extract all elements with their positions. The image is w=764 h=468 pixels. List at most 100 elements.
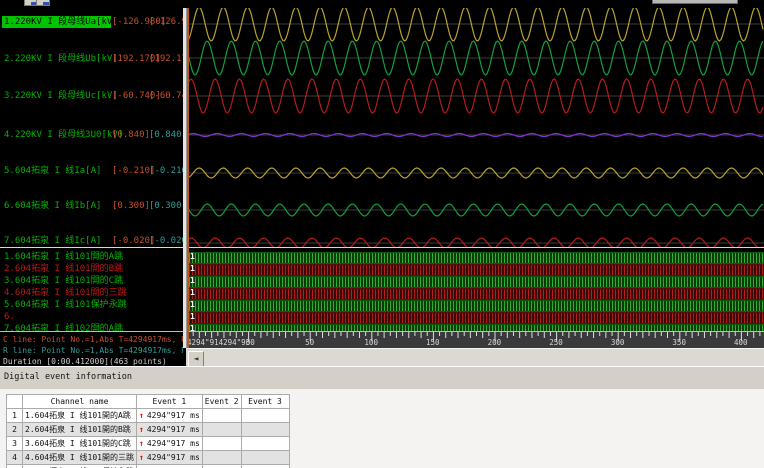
channel-value-1: [0.840]: [112, 130, 150, 140]
row-number-header: [6, 394, 23, 409]
event-table-row[interactable]: 1 1.604拓泉 I 线101開的A跳 ↑ 4294"917 ms: [6, 408, 290, 423]
analog-channel-label[interactable]: 3.220KV I 段母线Uc[kV]: [4, 90, 118, 102]
channel-label-panel: 1.220KV I 段母线Ua[kV][-126.980][-126.980]2…: [0, 8, 183, 332]
event1-cell: ↑4294"917 ms: [135, 408, 203, 423]
waveform-plot-area[interactable]: [186, 6, 764, 249]
event2-cell: [201, 464, 242, 468]
digital-trace-bar: 1: [189, 252, 764, 264]
channel-name-cell: 3.604拓泉 I 线101開的C跳: [22, 436, 137, 451]
digital-channel-label: 4.604拓泉 I 线101開的三跳: [4, 288, 127, 298]
top-scrollbar-thumb[interactable]: [652, 0, 738, 4]
table-column-header[interactable]: Channel name: [22, 394, 137, 409]
rising-edge-arrow-icon: ↑: [138, 411, 144, 420]
time-tick-label: 150: [426, 338, 440, 347]
time-tick-label: 300: [610, 338, 625, 347]
analog-channel-label[interactable]: 5.604拓泉 I 线Ia[A]: [4, 165, 101, 177]
c-line-status: C line: Point No.=1,Abs T=4294917ms, Rel…: [3, 335, 183, 344]
event-time-value: 4294"917 ms: [146, 439, 200, 448]
analog-channel-row[interactable]: 2.220KV I 段母线Ub[kV][192.170][192.170]: [0, 53, 183, 65]
digital-channel-label: 2.604拓泉 I 线101開的B跳: [4, 264, 124, 274]
channel-value-2: [0.840]: [149, 130, 183, 140]
rising-edge-arrow-icon: ↑: [138, 439, 144, 448]
analog-channel-label[interactable]: 4.220KV I 段母线3U0[kV]: [4, 129, 123, 141]
digital-channel-row[interactable]: 2.604拓泉 I 线101開的B跳: [0, 263, 183, 275]
scroll-left-button[interactable]: ◄: [188, 351, 204, 367]
analog-channel-row[interactable]: 4.220KV I 段母线3U0[kV][0.840][0.840]: [0, 129, 183, 141]
analog-channel-label[interactable]: 7.604拓泉 I 线Ic[A]: [4, 235, 101, 247]
channel-value-2: [0.300]: [149, 201, 183, 211]
event1-cell: ↑4294"917 ms: [135, 436, 203, 451]
channel-name-cell: 4.604拓泉 I 线101開的三跳: [22, 450, 137, 465]
event3-cell: [240, 464, 290, 468]
analog-channel-row[interactable]: 6.604拓泉 I 线Ib[A] [0.300][0.300]: [0, 200, 183, 212]
row-number-cell: 1: [6, 408, 23, 423]
event3-cell: [240, 450, 290, 465]
channel-name-cell: 5.604拓泉 I 线101保护永跳: [22, 464, 137, 468]
event-time-value: 4294"917 ms: [146, 453, 200, 462]
row-number-cell: 3: [6, 436, 23, 451]
cursor-time-label: 4294"914294"950: [187, 338, 255, 347]
digital-state-value: 1: [190, 288, 195, 297]
event-table-row[interactable]: 4 4.604拓泉 I 线101開的三跳 ↑ 4294"917 ms: [6, 450, 290, 465]
row-number-cell: 4: [6, 450, 23, 465]
toolbar-button-2[interactable]: [36, 0, 50, 6]
event-table-row[interactable]: 3 3.604拓泉 I 线101開的C跳 ↑ 4294"917 ms: [6, 436, 290, 451]
table-column-header[interactable]: Event 1: [135, 394, 203, 409]
analog-channel-row[interactable]: 1.220KV I 段母线Ua[kV][-126.980][-126.980]: [0, 16, 183, 28]
row-number-cell: 5: [6, 464, 23, 468]
digital-state-value: 1: [190, 252, 195, 261]
digital-trace-area[interactable]: 1111111: [187, 249, 764, 332]
time-tick-label: 200: [487, 338, 502, 347]
horizontal-scrollbar[interactable]: ◄: [186, 348, 764, 367]
measurement-cursor[interactable]: [187, 8, 189, 348]
event1-cell: ↑4294"917 ms: [135, 422, 203, 437]
event1-cell: ↑4294"917 ms: [135, 450, 203, 465]
event-table-row[interactable]: 55.604拓泉 I 线101保护永跳↑4294"917 ms: [6, 464, 290, 468]
event-time-value: 4294"917 ms: [146, 425, 200, 434]
table-column-header[interactable]: Event 3: [240, 394, 290, 409]
channel-value-2: [-60.740]: [149, 91, 183, 101]
toolbar-button-2-icon: [43, 2, 49, 5]
event-time-value: 4294"917 ms: [146, 411, 200, 420]
channel-value-2: [-0.020]: [149, 236, 183, 246]
digital-trace-bar: 1: [189, 264, 764, 276]
table-column-header[interactable]: Event 2: [201, 394, 242, 409]
time-tick-label: 0: [245, 338, 251, 347]
event3-cell: [240, 422, 290, 437]
digital-channel-row[interactable]: 5.604拓泉 I 线101保护永跳: [0, 299, 183, 311]
analog-channel-label[interactable]: 6.604拓泉 I 线Ib[A]: [4, 200, 101, 212]
digital-channel-row[interactable]: 4.604拓泉 I 线101開的三跳: [0, 287, 183, 299]
waveform-viewer-window: 1.220KV I 段母线Ua[kV][-126.980][-126.980]2…: [0, 0, 764, 468]
digital-state-value: 1: [190, 264, 195, 273]
digital-state-value: 1: [190, 312, 195, 321]
rising-edge-arrow-icon: ↑: [138, 453, 144, 462]
digital-channel-label: 3.604拓泉 I 线101開的C跳: [4, 276, 124, 286]
digital-channel-row[interactable]: 3.604拓泉 I 线101開的C跳: [0, 275, 183, 287]
digital-trace-bar: 1: [189, 300, 764, 312]
time-axis[interactable]: 4294"914294"950 0 50 100 150 200 250 300 350 400: [187, 332, 764, 348]
analog-channel-row[interactable]: 3.220KV I 段母线Uc[kV][-60.740][-60.740]: [0, 90, 183, 102]
time-tick-label: 350: [672, 338, 686, 347]
channel-value-2: [-126.980]: [149, 17, 183, 27]
channel-value-2: [-0.210]: [149, 166, 183, 176]
digital-event-section: Digital event information Channel name Ev…: [0, 366, 764, 468]
channel-value-2: [192.170]: [149, 54, 183, 64]
time-tick-label: 50: [305, 338, 315, 347]
event-table-row[interactable]: 2 2.604拓泉 I 线101開的B跳 ↑ 4294"917 ms: [6, 422, 290, 437]
digital-state-value: 1: [190, 300, 195, 309]
analog-channel-label[interactable]: 2.220KV I 段母线Ub[kV]: [4, 53, 118, 65]
section-title: Digital event information: [4, 372, 132, 382]
digital-channel-row[interactable]: 1.604拓泉 I 线101開的A跳: [0, 251, 183, 263]
event2-cell: [201, 450, 242, 465]
top-toolbar: [0, 0, 764, 8]
digital-event-table[interactable]: Channel name Event 1 Event 2 Event 3 1 1.604拓…: [6, 394, 290, 468]
r-line-status: R line: Point No.=1,Abs T=4294917ms, Rel…: [3, 346, 183, 355]
waveform-svg: [186, 6, 764, 249]
digital-channel-row[interactable]: 6.: [0, 311, 183, 323]
analog-channel-row[interactable]: 7.604拓泉 I 线Ic[A][-0.020][-0.020]: [0, 235, 183, 247]
digital-state-value: 1: [190, 276, 195, 285]
digital-channel-label: 1.604拓泉 I 线101開的A跳: [4, 252, 124, 262]
event-table-zone: Channel name Event 1 Event 2 Event 3 1 1.604拓…: [0, 389, 764, 468]
analog-channel-row[interactable]: 5.604拓泉 I 线Ia[A][-0.210][-0.210]: [0, 165, 183, 177]
analog-channel-label[interactable]: 1.220KV I 段母线Ua[kV]: [2, 16, 111, 28]
